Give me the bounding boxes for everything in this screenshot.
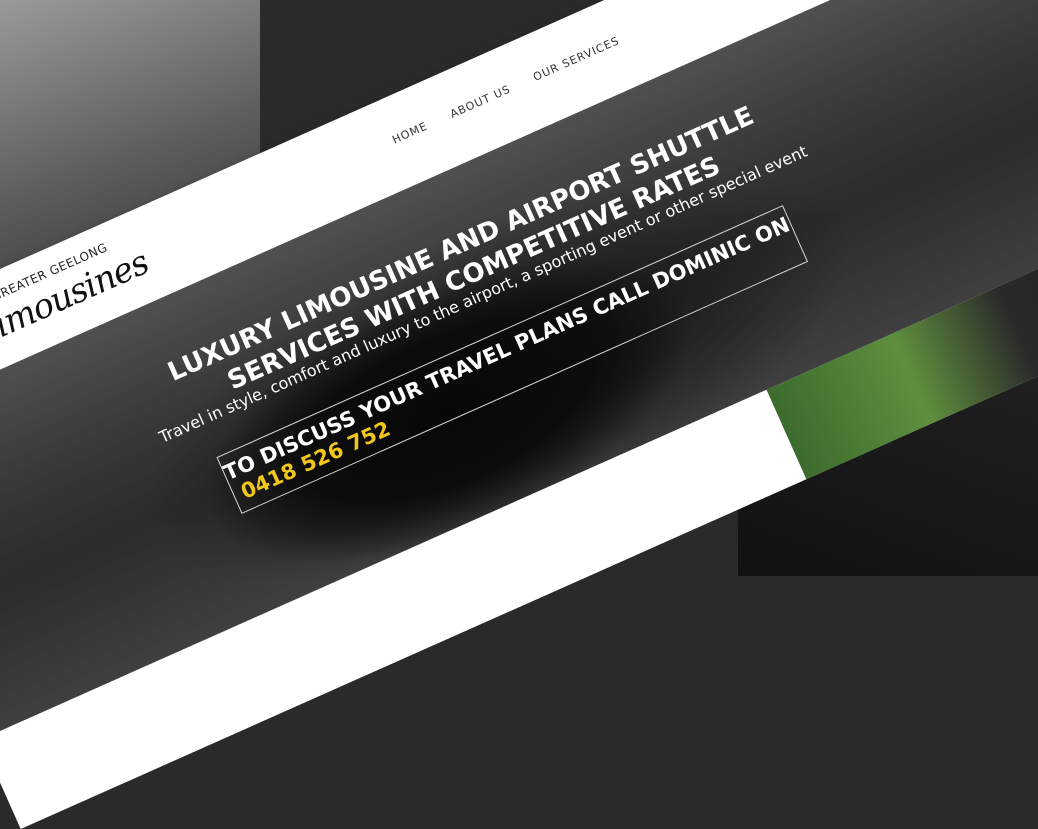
nav-item-our-services[interactable]: OUR SERVICES xyxy=(531,34,621,84)
nav-item-about-us[interactable]: ABOUT US xyxy=(448,83,513,121)
nav-item-home[interactable]: HOME xyxy=(390,119,429,146)
stage: GREATER GEELONG Limousines HOME ABOUT US… xyxy=(0,0,1038,829)
website-page: GREATER GEELONG Limousines HOME ABOUT US… xyxy=(0,0,1038,829)
